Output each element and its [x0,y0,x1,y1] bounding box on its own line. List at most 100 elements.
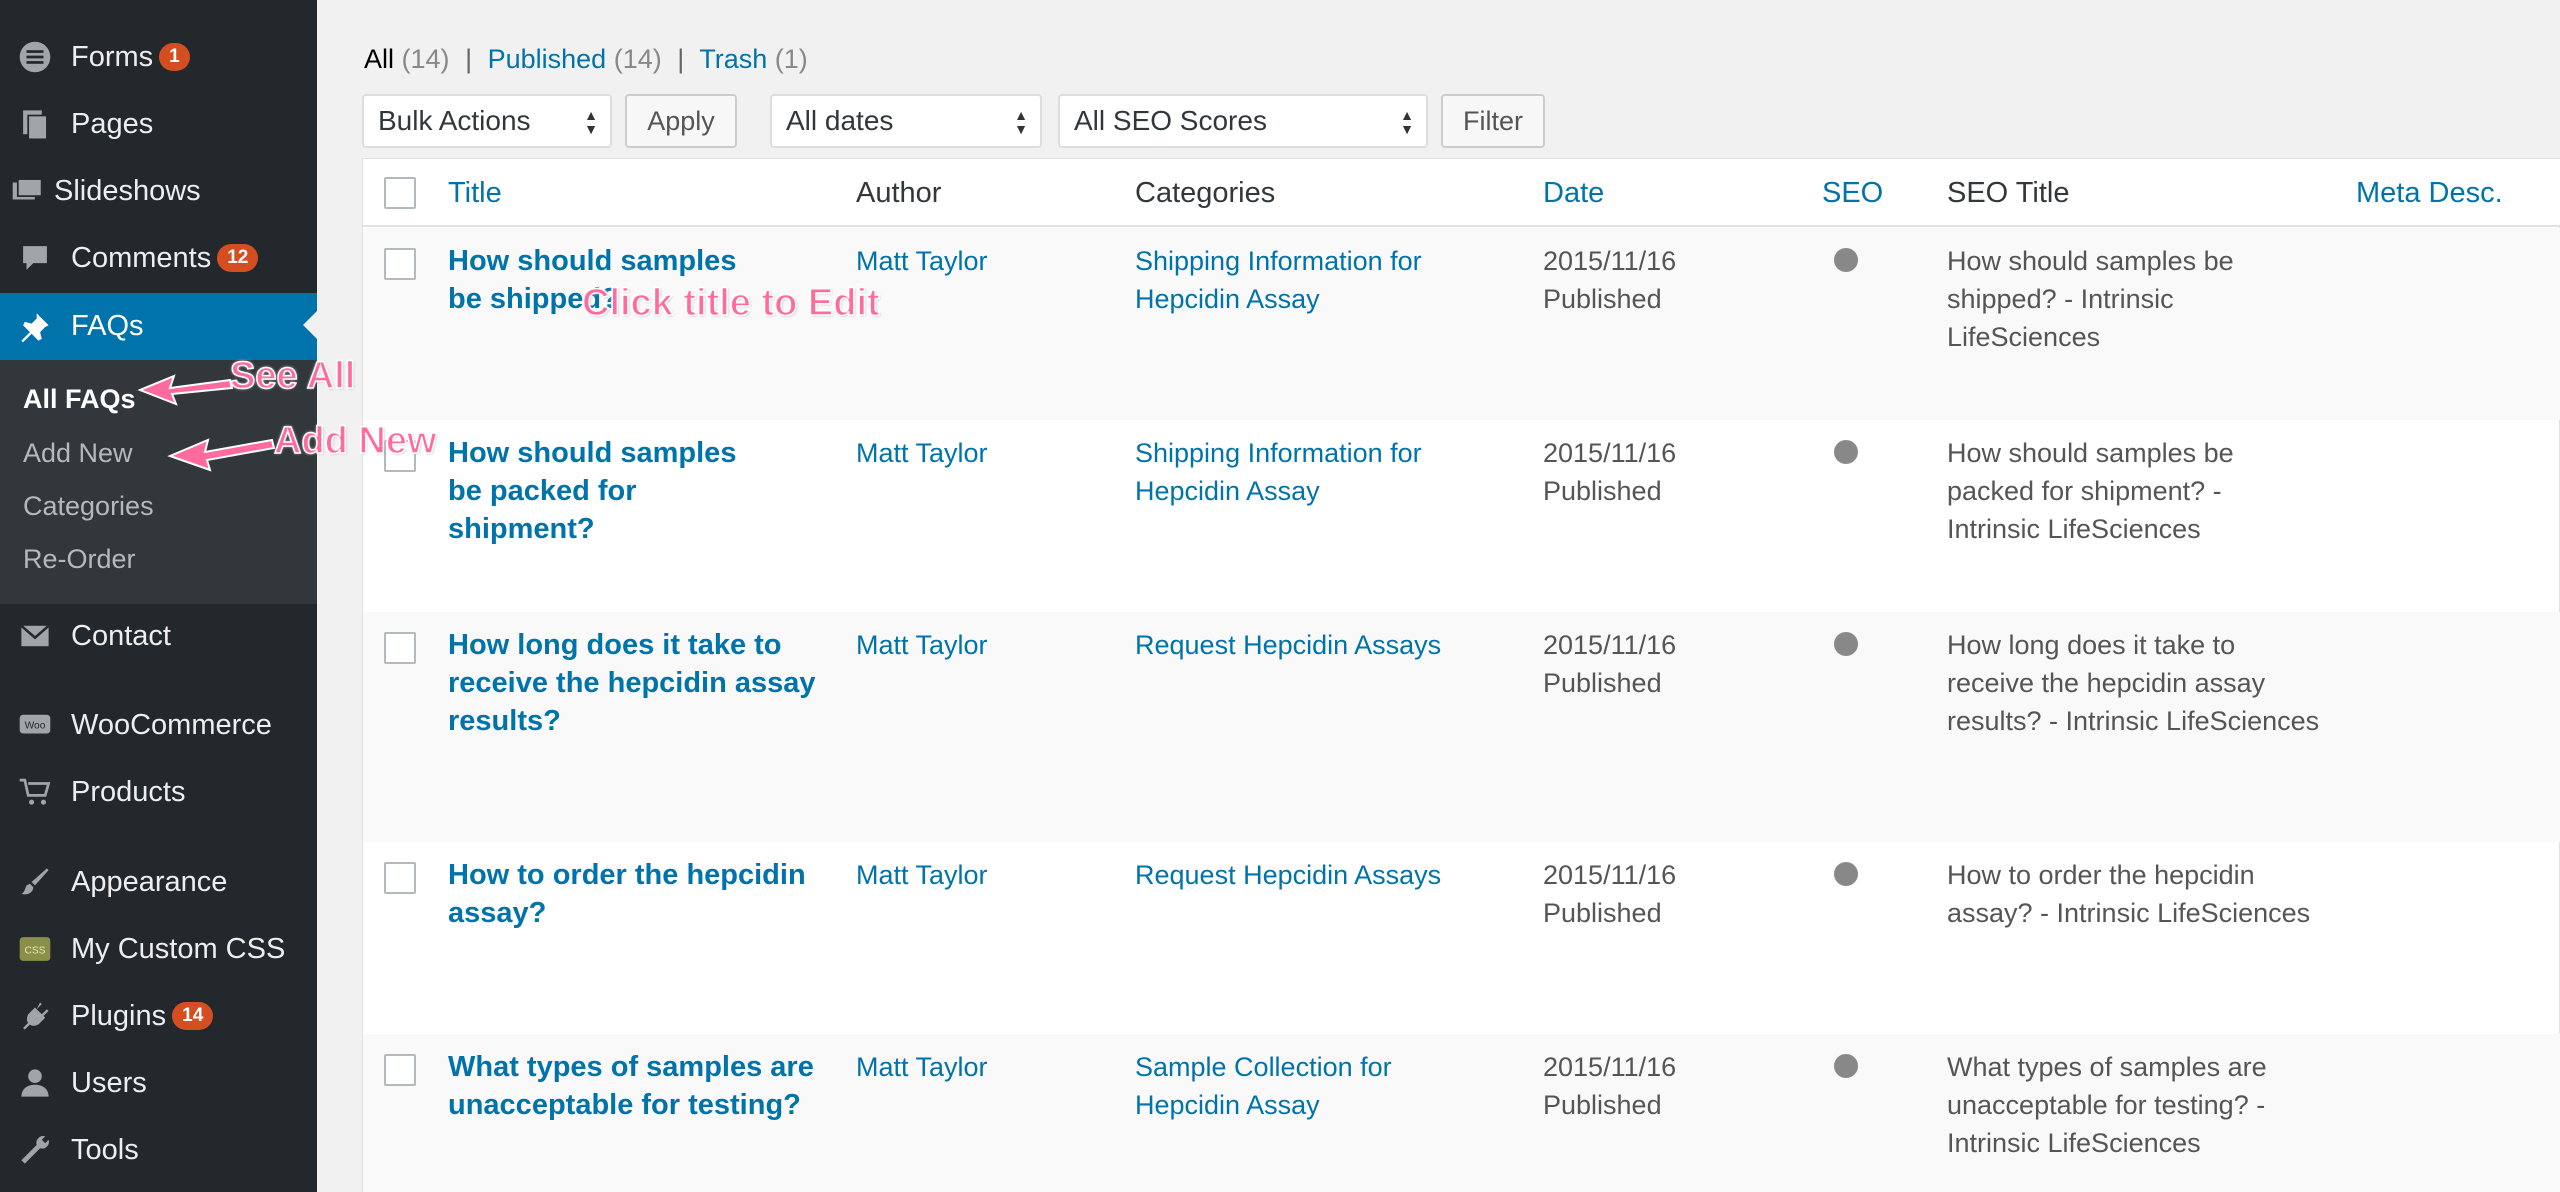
table-row: How should samples be packed for shipmen… [363,420,2560,612]
table-row: What types of samples are unacceptable f… [363,1034,2560,1192]
menu-label: Users [71,1066,147,1099]
menu-item-users[interactable]: Users [0,1051,317,1115]
menu-label: Products [71,775,186,808]
bulk-actions-select[interactable]: Bulk Actions ▲ ▼ [362,94,612,148]
row-seo-title: What types of samples are unacceptable f… [1947,1052,2267,1158]
menu-item-pages[interactable]: Pages [0,92,317,156]
row-title-link[interactable]: How long does it take to receive the hep… [448,626,818,740]
filter-trash-count: (1) [774,44,808,74]
row-status: Published [1543,1090,1662,1120]
filter-button[interactable]: Filter [1441,94,1545,148]
dates-select[interactable]: All dates ▲ ▼ [770,94,1042,148]
row-title-link[interactable]: How to order the hepcidin assay? [448,856,818,932]
column-author: Author [856,177,942,209]
seo-score-dot [1834,1054,1858,1078]
status-filter-links: All (14) | Published (14) | Trash (1) [364,44,808,75]
seo-score-dot [1834,440,1858,464]
menu-item-comments[interactable]: Comments 12 [0,226,317,290]
edit-annotation: Click title to Edit [581,281,880,325]
menu-label: Pages [71,107,154,140]
row-author-link[interactable]: Matt Taylor [856,626,988,664]
table-row: How long does it take to receive the hep… [363,612,2560,842]
filter-all[interactable]: All [364,44,394,74]
column-date[interactable]: Date [1543,177,1604,210]
brush-icon [17,864,53,900]
menu-item-custom-css[interactable]: CSS My Custom CSS [0,917,317,981]
column-seo[interactable]: SEO [1822,177,1883,210]
seo-scores-select[interactable]: All SEO Scores ▲ ▼ [1058,94,1428,148]
seo-score-dot [1834,632,1858,656]
menu-item-appearance[interactable]: Appearance [0,850,317,914]
column-meta-desc[interactable]: Meta Desc. [2356,177,2503,210]
menu-item-slideshows[interactable]: Slideshows [0,159,317,223]
row-status: Published [1543,476,1662,506]
row-status: Published [1543,284,1662,314]
menu-label: Appearance [71,865,228,898]
apply-button[interactable]: Apply [625,94,737,148]
row-seo-title: How should samples be packed for shipmen… [1947,438,2234,544]
row-author-link[interactable]: Matt Taylor [856,1048,988,1086]
submenu-re-order[interactable]: Re-Order [23,544,136,575]
plugins-badge: 14 [172,1002,214,1030]
row-date: 2015/11/16 [1543,438,1677,468]
column-categories: Categories [1135,177,1276,209]
mail-icon [17,618,53,654]
submenu-categories[interactable]: Categories [23,491,154,522]
submenu-add-new[interactable]: Add New [23,438,133,469]
table-header: Title Author Categories Date SEO SEO Tit… [363,159,2560,227]
separator: | [465,44,473,74]
row-category-link[interactable]: Sample Collection for Hepcidin Assay [1135,1048,1465,1124]
column-title[interactable]: Title [448,177,502,210]
menu-label: My Custom CSS [71,932,286,965]
menu-item-plugins[interactable]: Plugins 14 [0,984,317,1048]
row-title-link[interactable]: How should samples be packed for shipmen… [448,434,778,548]
row-checkbox[interactable] [384,632,416,664]
row-checkbox[interactable] [384,862,416,894]
row-checkbox[interactable] [384,1054,416,1086]
select-all-checkbox[interactable] [384,177,416,209]
cart-icon [17,774,53,810]
menu-item-forms[interactable]: Forms 1 [0,25,317,89]
menu-item-products[interactable]: Products [0,760,317,824]
slideshows-icon [10,173,46,209]
seo-scores-value: All SEO Scores [1074,105,1267,136]
add-new-annotation: Add New [273,419,437,463]
row-seo-title: How long does it take to receive the hep… [1947,630,2320,736]
row-date: 2015/11/16 [1543,1052,1677,1082]
plug-icon [17,998,53,1034]
pages-icon [17,106,53,142]
row-seo-title: How should samples be shipped? - Intrins… [1947,246,2234,352]
row-category-link[interactable]: Request Hepcidin Assays [1135,626,1495,664]
row-category-link[interactable]: Shipping Information for Hepcidin Assay [1135,242,1465,318]
row-title-link[interactable]: What types of samples are unacceptable f… [448,1048,818,1124]
dates-value: All dates [786,105,894,136]
menu-label: Plugins [71,999,167,1032]
select-arrows-icon: ▲ ▼ [584,107,598,137]
menu-label: Forms [71,40,154,73]
filter-trash[interactable]: Trash [699,44,767,74]
row-category-link[interactable]: Shipping Information for Hepcidin Assay [1135,434,1465,510]
pin-icon [17,309,53,345]
comments-badge: 12 [217,244,259,272]
row-category-link[interactable]: Request Hepcidin Assays [1135,856,1495,894]
row-status: Published [1543,898,1662,928]
row-author-link[interactable]: Matt Taylor [856,856,988,894]
wrench-icon [17,1132,53,1168]
forms-icon [17,39,53,75]
menu-item-faqs[interactable]: FAQs [0,293,317,360]
filter-published-count: (14) [613,44,662,74]
filter-published[interactable]: Published [488,44,607,74]
column-seo-title: SEO Title [1947,177,2070,209]
woo-icon: Woo [17,707,53,743]
row-author-link[interactable]: Matt Taylor [856,434,988,472]
select-arrows-icon: ▲ ▼ [1400,107,1414,137]
menu-item-woocommerce[interactable]: Woo WooCommerce [0,693,317,757]
submenu-all-faqs[interactable]: All FAQs [23,384,136,415]
see-all-annotation: See All [229,354,356,398]
row-checkbox[interactable] [384,248,416,280]
css-icon: CSS [17,931,53,967]
row-author-link[interactable]: Matt Taylor [856,242,988,280]
menu-item-contact[interactable]: Contact [0,604,317,668]
bulk-actions-value: Bulk Actions [378,105,531,136]
menu-item-tools[interactable]: Tools [0,1118,317,1182]
